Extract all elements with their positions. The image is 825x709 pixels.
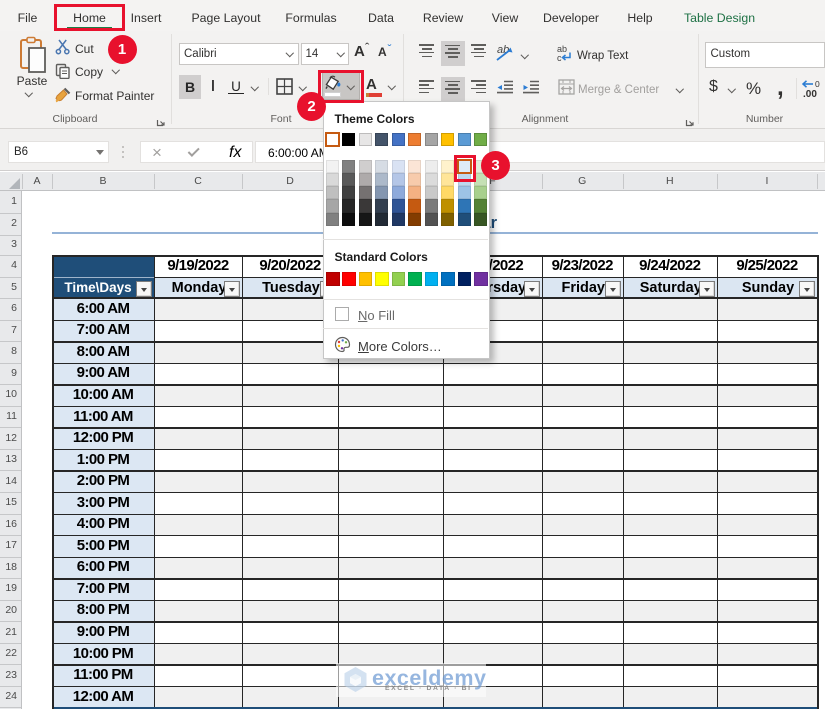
svg-text:0: 0 [815,79,820,89]
svg-text:c: c [557,53,562,62]
svg-text:.00: .00 [803,89,817,99]
